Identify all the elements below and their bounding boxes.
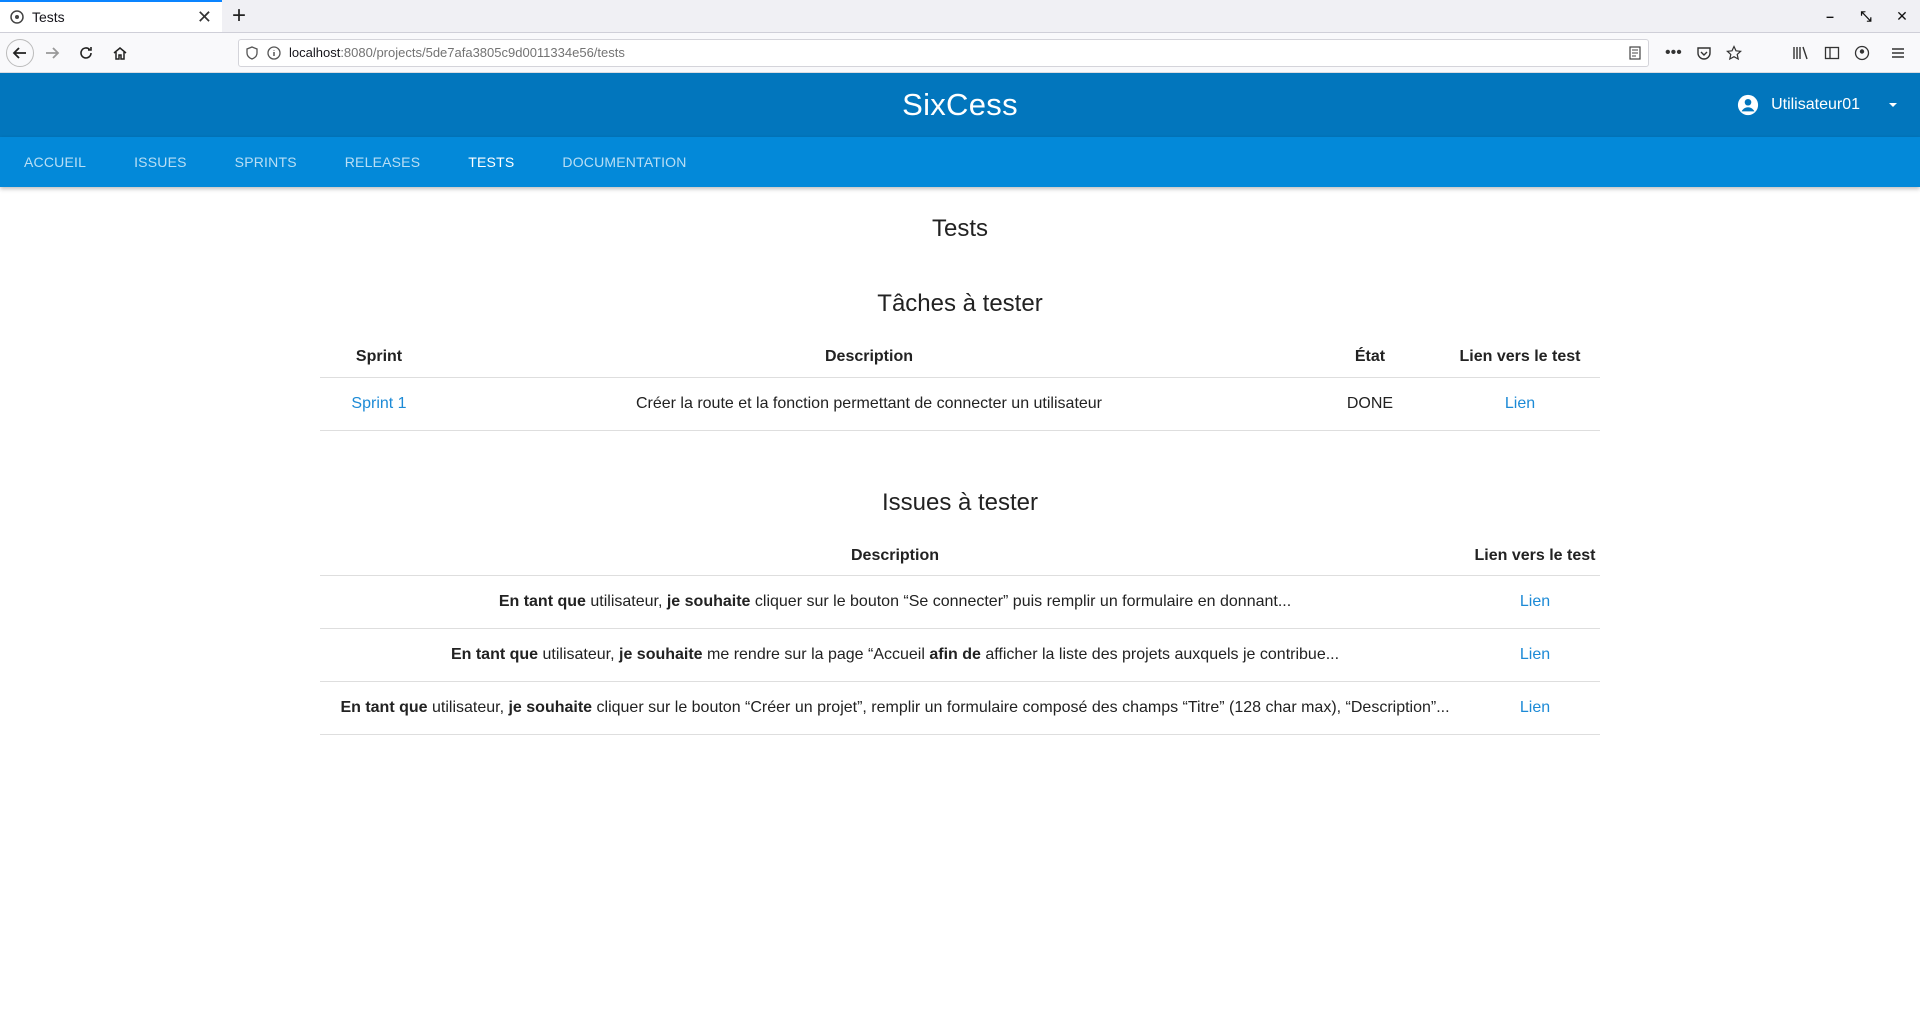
tasks-section-title: Tâches à tester xyxy=(877,290,1043,317)
app-title[interactable]: SixCess xyxy=(902,87,1018,123)
test-link[interactable]: Lien xyxy=(1520,699,1550,716)
nav-tests[interactable]: TESTS xyxy=(468,137,514,187)
favicon-icon xyxy=(10,10,24,24)
home-button[interactable] xyxy=(104,38,136,68)
task-state: DONE xyxy=(1300,377,1440,431)
browser-tabbar: Tests ✕ + – ⤡ ✕ xyxy=(0,0,1920,33)
close-window-icon[interactable]: ✕ xyxy=(1884,8,1920,25)
issue-text: afficher la liste des projets auxquels j… xyxy=(980,646,1340,663)
test-link[interactable]: Lien xyxy=(1520,646,1550,663)
col-state: État xyxy=(1300,330,1440,378)
reload-button[interactable] xyxy=(70,38,102,68)
tab-title: Tests xyxy=(32,9,65,25)
issues-section-title: Issues à tester xyxy=(881,488,1039,516)
back-arrow-icon xyxy=(12,46,26,59)
issue-wish-keyword: je souhaite xyxy=(508,699,593,716)
table-row: En tant que utilisateur, je souhaite cli… xyxy=(320,681,1600,735)
task-description: Créer la route et la fonction permettant… xyxy=(438,377,1300,431)
col-link: Lien vers le test xyxy=(1470,528,1600,576)
sprint-link[interactable]: Sprint 1 xyxy=(351,395,406,412)
home-icon xyxy=(113,46,127,60)
more-actions-icon[interactable]: ••• xyxy=(1665,44,1682,62)
issue-goal-keyword: afin de xyxy=(929,646,981,663)
reload-icon xyxy=(80,46,92,59)
user-menu[interactable]: Utilisateur01 xyxy=(1737,73,1900,137)
issue-description: En tant que utilisateur, je souhaite cli… xyxy=(320,681,1470,735)
issue-text: utilisateur, xyxy=(427,699,509,716)
col-description: Description xyxy=(438,330,1300,378)
col-description: Description xyxy=(320,528,1470,576)
issue-wish-keyword: je souhaite xyxy=(666,593,751,610)
table-row: En tant que utilisateur, je souhaite cli… xyxy=(320,575,1600,629)
user-account-icon xyxy=(1737,94,1759,116)
issue-role-keyword: En tant que xyxy=(498,593,586,610)
new-tab-button[interactable]: + xyxy=(222,0,256,32)
nav-documentation[interactable]: DOCUMENTATION xyxy=(562,137,686,187)
forward-arrow-icon xyxy=(46,46,60,59)
user-name: Utilisateur01 xyxy=(1771,96,1860,113)
issue-wish-keyword: je souhaite xyxy=(619,646,703,663)
issue-text: utilisateur, xyxy=(585,593,667,610)
url-host: localhost xyxy=(289,45,341,60)
main-nav: ACCUEIL ISSUES SPRINTS RELEASES TESTS DO… xyxy=(0,137,1920,187)
main-content: Tests Tâches à tester Sprint Description… xyxy=(320,215,1600,735)
test-link[interactable]: Lien xyxy=(1505,395,1535,412)
pocket-icon[interactable] xyxy=(1696,45,1712,61)
issue-description: En tant que utilisateur, je souhaite me … xyxy=(320,628,1470,682)
close-tab-icon[interactable]: ✕ xyxy=(197,8,212,26)
col-link: Lien vers le test xyxy=(1440,330,1600,378)
forward-button[interactable] xyxy=(36,38,68,68)
sidebar-icon[interactable] xyxy=(1824,45,1840,61)
nav-accueil[interactable]: ACCUEIL xyxy=(24,137,86,187)
issues-table: Description Lien vers le test En tant qu… xyxy=(320,528,1600,735)
page-title: Tests xyxy=(931,215,988,242)
issue-role-keyword: En tant que xyxy=(340,699,428,716)
tasks-table: Sprint Description État Lien vers le tes… xyxy=(320,330,1600,431)
issue-text: cliquer sur le bouton “Créer un projet”,… xyxy=(592,699,1450,716)
url-bar[interactable]: localhost:8080/projects/5de7afa3805c9d00… xyxy=(238,38,1649,67)
nav-issues[interactable]: ISSUES xyxy=(134,137,187,187)
table-row: Sprint 1 Créer la route et la fonction p… xyxy=(320,377,1600,431)
reader-view-icon[interactable] xyxy=(1628,45,1642,60)
minimize-icon[interactable]: – xyxy=(1812,8,1848,24)
shield-icon[interactable] xyxy=(245,45,259,60)
app-header: SixCess Utilisateur01 xyxy=(0,73,1920,137)
info-icon[interactable] xyxy=(267,45,281,60)
issue-text: cliquer sur le bouton “Se connecter” pui… xyxy=(750,593,1292,610)
library-icon[interactable] xyxy=(1792,45,1810,61)
nav-sprints[interactable]: SPRINTS xyxy=(235,137,297,187)
issue-text: me rendre sur la page “Accueil xyxy=(702,646,930,663)
account-icon[interactable] xyxy=(1854,45,1870,61)
col-sprint: Sprint xyxy=(320,330,438,378)
issue-role-keyword: En tant que xyxy=(450,646,539,663)
hamburger-menu-icon[interactable] xyxy=(1890,45,1906,61)
browser-tab[interactable]: Tests ✕ xyxy=(0,0,222,32)
test-link[interactable]: Lien xyxy=(1520,593,1550,610)
issue-description: En tant que utilisateur, je souhaite cli… xyxy=(320,575,1470,629)
nav-releases[interactable]: RELEASES xyxy=(345,137,421,187)
url-path: :8080/projects/5de7afa3805c9d0011334e56/… xyxy=(340,45,625,60)
back-button[interactable] xyxy=(6,38,34,67)
issue-text: utilisateur, xyxy=(538,646,619,663)
browser-navbar: localhost:8080/projects/5de7afa3805c9d00… xyxy=(0,33,1920,73)
chevron-down-icon xyxy=(1889,103,1897,107)
restore-icon[interactable]: ⤡ xyxy=(1848,8,1884,25)
table-row: En tant que utilisateur, je souhaite me … xyxy=(320,628,1600,682)
bookmark-star-icon[interactable] xyxy=(1725,44,1742,61)
